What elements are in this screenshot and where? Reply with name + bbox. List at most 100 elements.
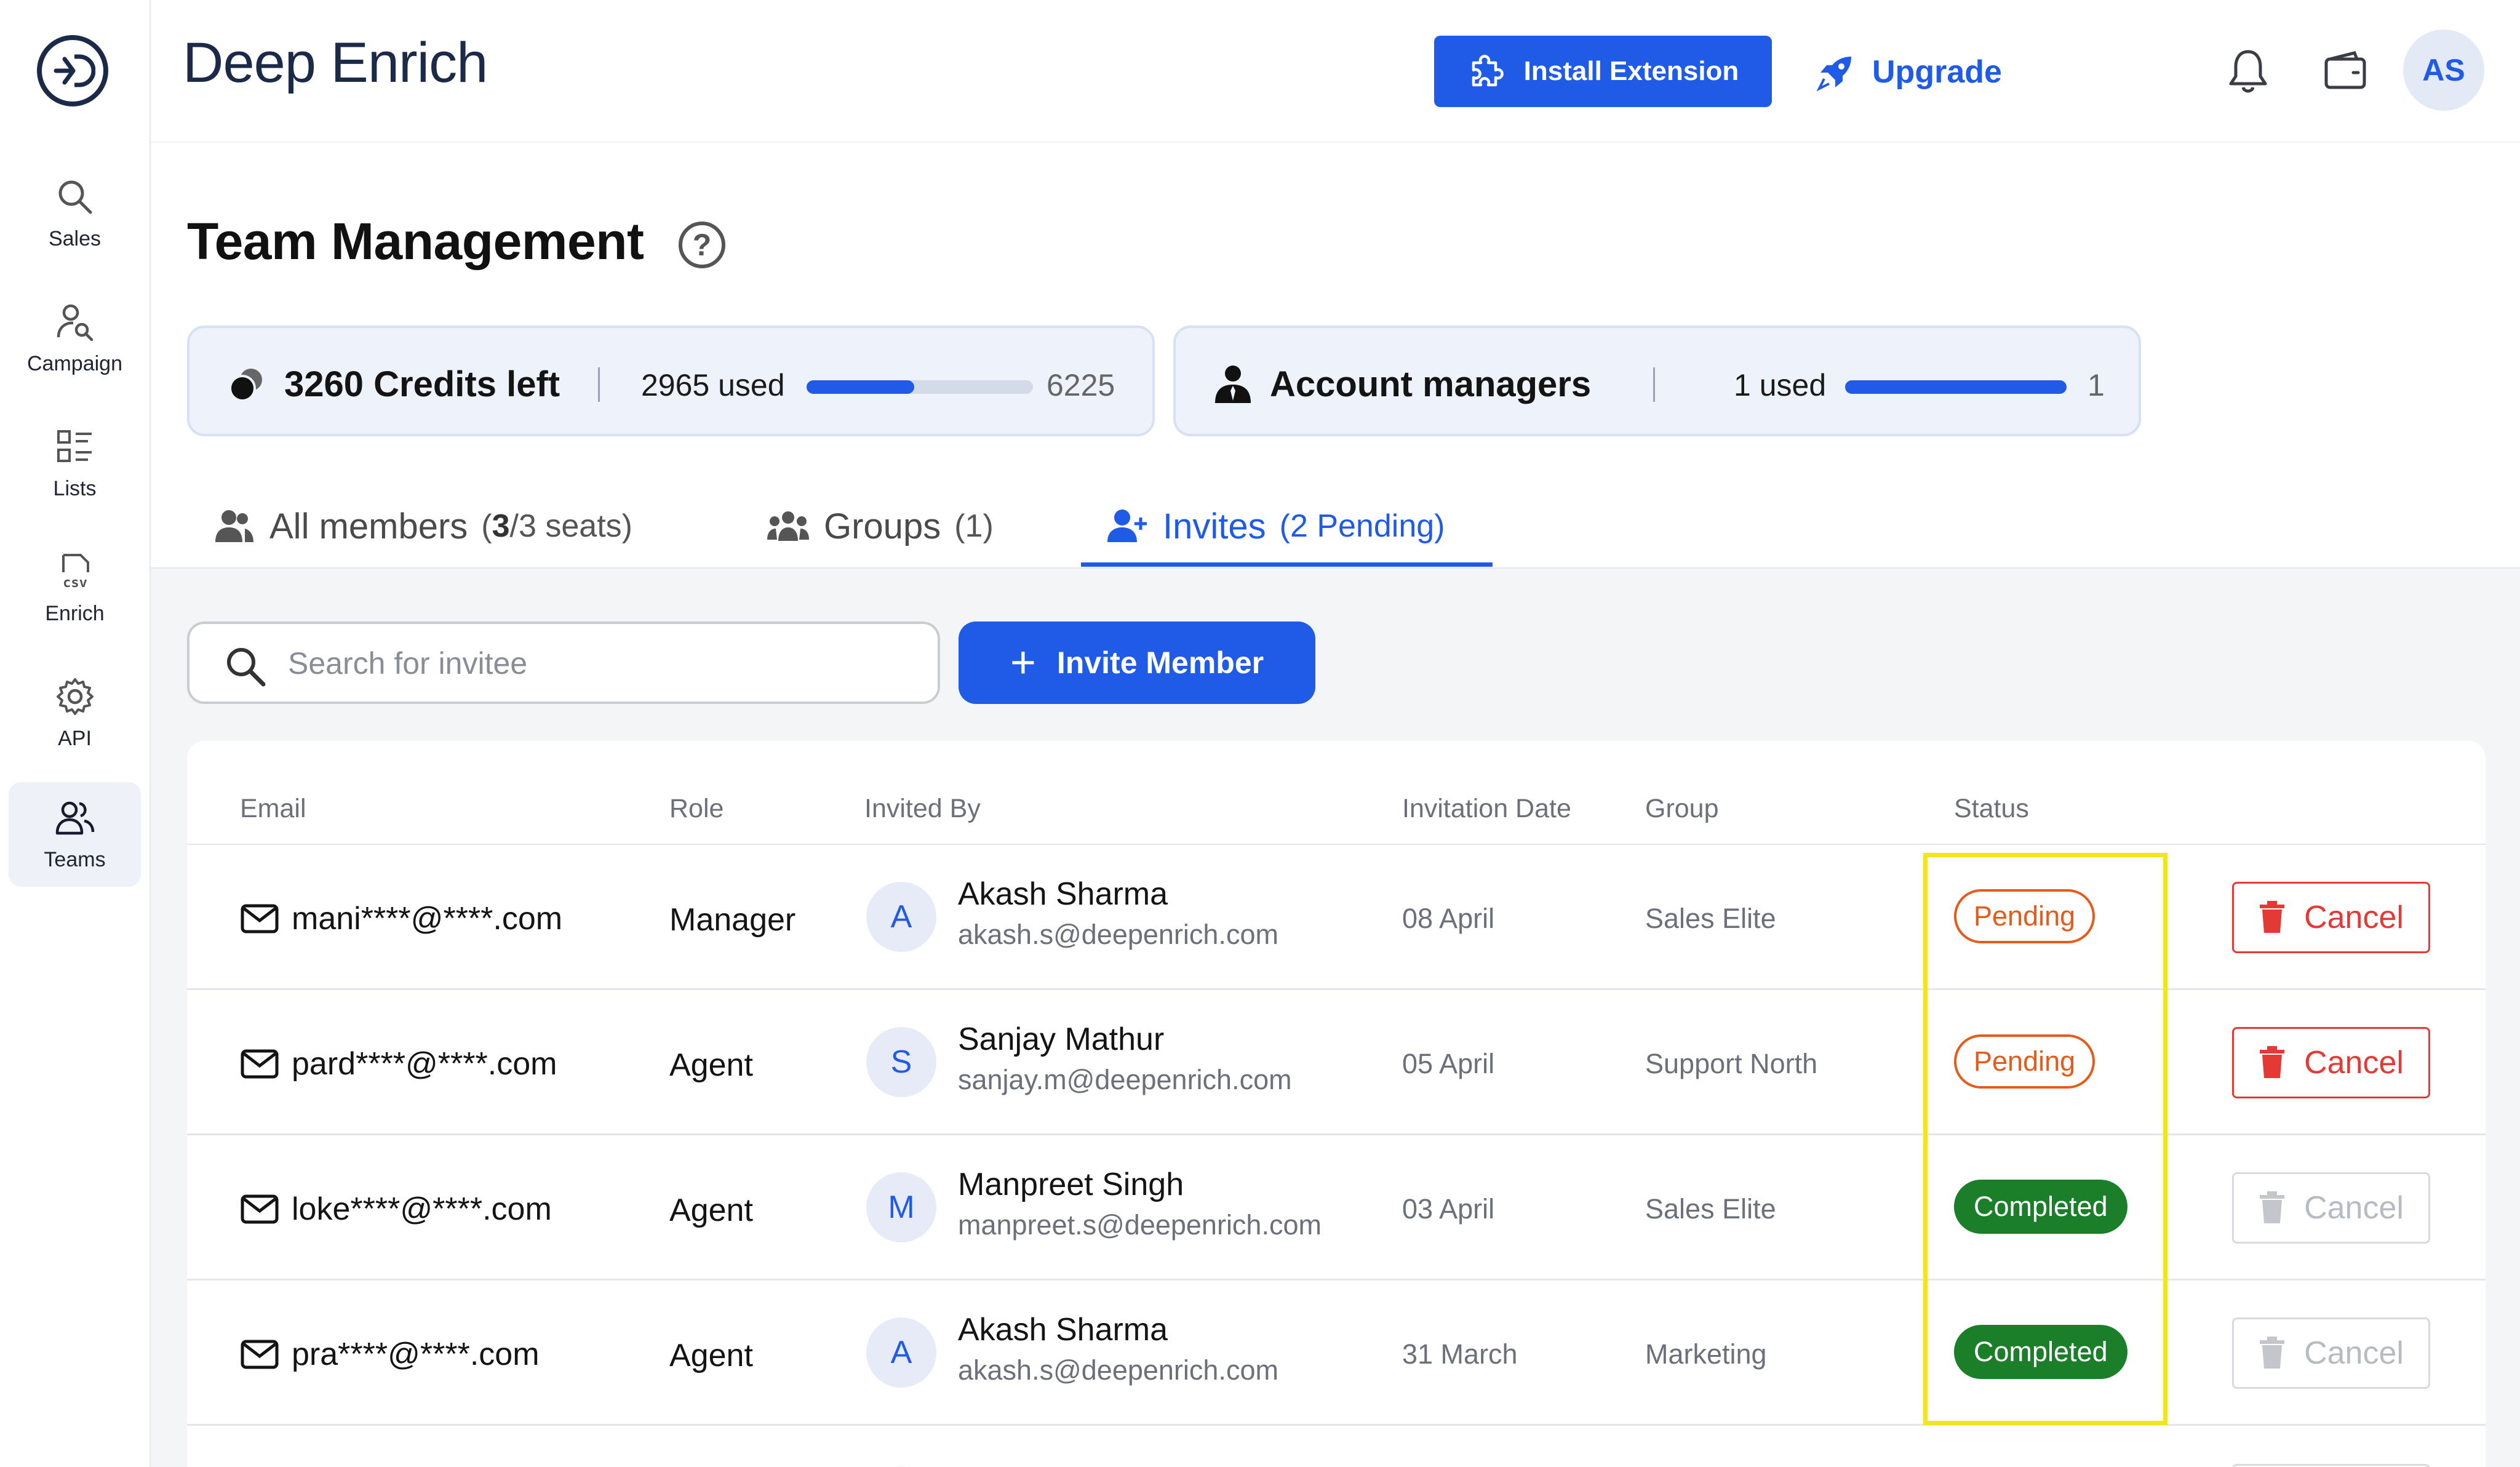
managers-used-label: 1 used (1734, 368, 1827, 402)
inviter-email: akash.s@deepenrich.com (958, 1354, 1278, 1386)
svg-text:csv: csv (63, 575, 87, 591)
cancel-button: Cancel (2232, 1172, 2430, 1244)
status-badge: Pending (1954, 1034, 2095, 1089)
plus-icon: + (1010, 638, 1036, 687)
column-header-role: Role (669, 794, 724, 823)
active-tab-indicator (1081, 562, 1493, 567)
column-header-invited-by: Invited By (864, 794, 981, 823)
tab-label: Groups (824, 506, 941, 546)
invite-member-label: Invite Member (1056, 646, 1264, 680)
account-manager-icon (1215, 366, 1251, 403)
csv-file-icon: csv (62, 553, 89, 591)
group-cell: Support North (1645, 1048, 1818, 1079)
divider (598, 367, 600, 402)
cancel-button (2232, 1464, 2430, 1467)
column-header-email: Email (240, 794, 306, 823)
trash-icon (2260, 1337, 2285, 1369)
sidebar-item-teams[interactable]: Teams (9, 782, 141, 887)
tab-label: Invites (1163, 506, 1266, 546)
top-bar: Deep Enrich (151, 0, 2520, 143)
sidebar-item-lists[interactable]: Lists (9, 411, 141, 516)
divider (1653, 367, 1655, 402)
cancel-label: Cancel (2304, 1190, 2404, 1226)
sidebar-item-enrich[interactable]: csv Enrich (9, 536, 141, 641)
members-icon (215, 510, 253, 542)
groups-icon (767, 511, 809, 541)
install-extension-label: Install Extension (1523, 56, 1739, 86)
email-cell: loke****@****.com (240, 1191, 552, 1228)
table-row: pard****@****.com Agent S Sanjay Mathur … (187, 990, 2486, 1135)
page-title: Team Management (187, 212, 644, 270)
role-cell: Agent (669, 1047, 753, 1083)
cancel-button[interactable]: Cancel (2232, 882, 2430, 953)
tab-label: All members (269, 506, 468, 546)
invitation-date: 31 March (1402, 1338, 1518, 1370)
inviter-name: Sanjay Mathur (958, 1021, 1165, 1057)
credits-progress-bar (807, 380, 1033, 394)
inviter-email: manpreet.s@deepenrich.com (958, 1209, 1322, 1241)
sidebar-item-api[interactable]: API (9, 661, 141, 765)
help-icon[interactable]: ? (679, 222, 725, 268)
sidebar-item-campaign[interactable]: Campaign (9, 286, 141, 391)
trash-icon (2260, 901, 2285, 933)
group-cell: Marketing (1645, 1338, 1767, 1370)
bell-icon[interactable] (2226, 48, 2270, 95)
search-input[interactable] (288, 640, 903, 687)
column-header-status: Status (1954, 794, 2029, 823)
sidebar-item-sales[interactable]: Sales (9, 161, 141, 266)
person-search-icon (57, 304, 93, 341)
credits-total-label: 6225 (1047, 368, 1115, 402)
sidebar-item-label: Lists (53, 476, 97, 500)
managers-total-label: 1 (2087, 368, 2105, 402)
list-icon (57, 430, 92, 462)
tab-all-members[interactable]: All members (3/3 seats) (212, 486, 632, 566)
tab-invites[interactable]: Invites (2 Pending) (1105, 486, 1445, 566)
managers-progress-bar (1845, 380, 2067, 394)
coins-icon (229, 369, 262, 402)
email-cell: mani****@****.com (240, 900, 562, 937)
table-row: loke****@****.com Agent M Manpreet Singh… (187, 1135, 2486, 1281)
credits-card: 3260 Credits left 2965 used 6225 (187, 326, 1155, 436)
account-managers-card: Account managers 1 used 1 (1173, 326, 2141, 436)
cancel-label: Cancel (2304, 1045, 2404, 1081)
invitation-date: 03 April (1402, 1193, 1495, 1225)
role-cell: Agent (669, 1193, 753, 1228)
invitee-email: mani****@****.com (292, 901, 563, 937)
wallet-icon[interactable] (2323, 49, 2368, 92)
sidebar: Sales Campaign Lists csv Enrich API Team… (0, 0, 151, 1467)
upgrade-button[interactable]: Upgrade (1816, 38, 2002, 106)
search-icon (58, 180, 92, 214)
install-extension-button[interactable]: Install Extension (1434, 36, 1772, 107)
cancel-button[interactable]: Cancel (2232, 1027, 2430, 1098)
search-icon (227, 648, 266, 687)
user-avatar[interactable]: AS (2403, 30, 2484, 111)
column-header-invitation-date: Invitation Date (1402, 794, 1571, 823)
account-managers-label: Account managers (1270, 364, 1592, 404)
group-cell: Sales Elite (1645, 903, 1776, 934)
email-cell: pra****@****.com (240, 1336, 540, 1373)
sidebar-item-label: Teams (44, 847, 106, 871)
inviter-name: Akash Sharma (958, 1312, 1168, 1348)
invitation-date: 08 April (1402, 903, 1495, 934)
brand-title: Deep Enrich (183, 31, 488, 94)
invite-member-button[interactable]: + Invite Member (959, 622, 1315, 704)
sidebar-item-label: API (58, 726, 92, 750)
status-badge: Completed (1954, 1180, 2127, 1234)
invitee-email: pard****@****.com (292, 1046, 557, 1082)
tab-count: (1) (954, 508, 994, 544)
inviter-name: Akash Sharma (958, 876, 1168, 912)
credits-used-label: 2965 used (641, 368, 785, 402)
status-badge: Pending (1954, 889, 2095, 943)
tab-count: (2 Pending) (1279, 508, 1445, 544)
tab-groups[interactable]: Groups (1) (766, 486, 994, 566)
avatar: A (866, 882, 936, 952)
invitee-email: pra****@****.com (292, 1337, 540, 1372)
trash-icon (2260, 1191, 2285, 1223)
mail-icon (241, 1340, 279, 1369)
inviter-name: Manpreet Singh (958, 1167, 1184, 1202)
search-field[interactable] (187, 622, 940, 704)
status-badge: Completed (1954, 1325, 2127, 1379)
inviter-email: akash.s@deepenrich.com (958, 919, 1278, 950)
inviter-email: sanjay.m@deepenrich.com (958, 1064, 1292, 1095)
deep-enrich-logo-icon[interactable] (37, 35, 108, 106)
